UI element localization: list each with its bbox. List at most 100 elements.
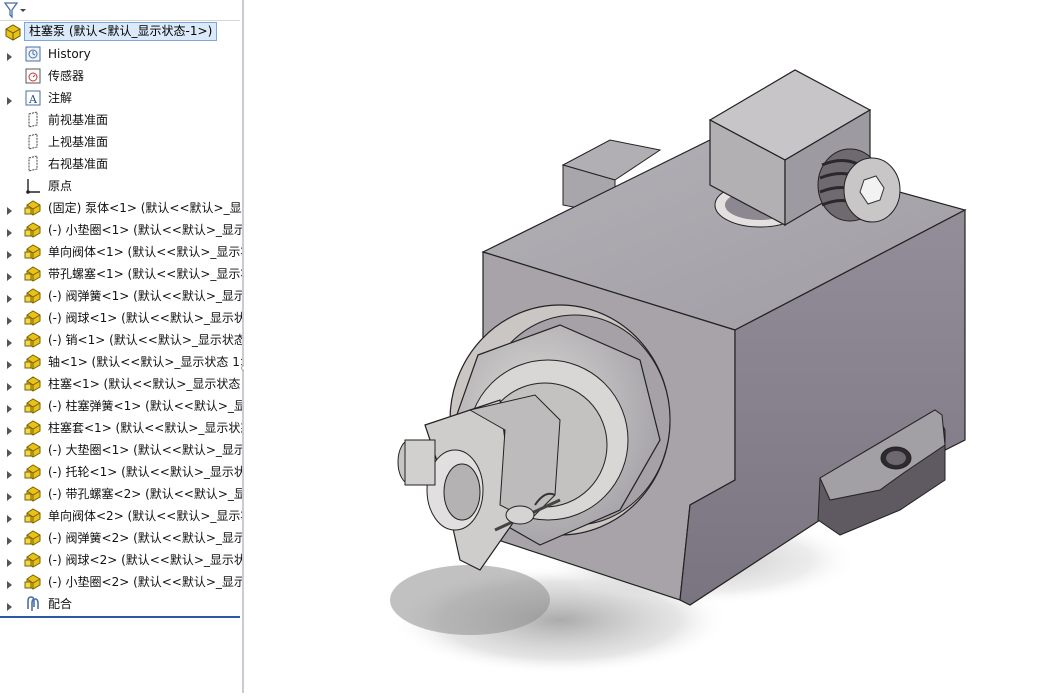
tree-item-label: 原点 [48,179,73,193]
tree-item-label: (-) 大垫圈<1> (默认<<默认>_显示 [48,443,242,457]
expand-arrow-icon[interactable] [4,576,16,589]
tree-item-label: (-) 阀球<1> (默认<<默认>_显示状态 [48,311,242,325]
tree-item-label: 上视基准面 [48,135,109,149]
tree-item[interactable]: 单向阀体<1> (默认<<默认>_显示状 [0,241,242,263]
history-icon [24,45,42,63]
tree-item[interactable]: (-) 阀弹簧<1> (默认<<默认>_显示 [0,285,242,307]
tree-item-label: (-) 小垫圈<2> (默认<<默认>_显示 [48,575,242,589]
plane-icon [24,155,42,173]
tree-item-label: (-) 阀弹簧<2> (默认<<默认>_显示 [48,531,242,545]
tree-item[interactable]: 柱塞<1> (默认<<默认>_显示状态 · [0,373,242,395]
tree-item[interactable]: (-) 小垫圈<2> (默认<<默认>_显示 [0,571,242,593]
tree-item[interactable]: 上视基准面 [0,131,240,153]
tree-item[interactable]: 配合 [0,593,240,615]
annotation-icon: A [24,89,42,107]
tree-item-label: 配合 [48,597,73,611]
tree-item[interactable]: History [0,43,240,65]
tree-item[interactable]: (-) 带孔螺塞<2> (默认<<默认>_显 [0,483,242,505]
part-icon [24,309,42,327]
expand-arrow-icon[interactable] [4,378,16,391]
expand-arrow-icon[interactable] [4,510,16,523]
part-icon [24,331,42,349]
tree-item-label: 前视基准面 [48,113,109,127]
part-icon [24,353,42,371]
part-icon [24,529,42,547]
tree-item[interactable]: (-) 大垫圈<1> (默认<<默认>_显示 [0,439,242,461]
tree-item[interactable]: (固定) 泵体<1> (默认<<默认>_显示 [0,197,242,219]
tree-root-label[interactable]: 柱塞泵 (默认<默认_显示状态-1>) [24,22,218,41]
expand-arrow-icon[interactable] [4,48,16,61]
tree-item[interactable]: (-) 柱塞弹簧<1> (默认<<默认>_显 [0,395,242,417]
tree-item-label: (-) 柱塞弹簧<1> (默认<<默认>_显 [48,399,242,413]
tree-item[interactable]: 前视基准面 [0,109,240,131]
expand-arrow-icon[interactable] [4,202,16,215]
tree-item-label: (固定) 泵体<1> (默认<<默认>_显示 [48,201,242,215]
expand-arrow-icon[interactable] [4,290,16,303]
tree-item[interactable]: (-) 小垫圈<1> (默认<<默认>_显示 [0,219,242,241]
origin-icon [24,177,42,195]
expand-arrow-icon[interactable] [4,598,16,611]
plunger-pump-model[interactable] [244,0,1046,693]
part-icon [24,485,42,503]
part-icon [24,551,42,569]
tree-item[interactable]: (-) 阀弹簧<2> (默认<<默认>_显示 [0,527,242,549]
part-icon [24,573,42,591]
tree-item[interactable]: 原点 [0,175,240,197]
tree-item-label: (-) 阀弹簧<1> (默认<<默认>_显示 [48,289,242,303]
tree-item-label: 右视基准面 [48,157,109,171]
filter-icon[interactable] [2,0,30,20]
part-icon [24,507,42,525]
mates-icon [24,595,42,613]
expand-arrow-icon[interactable] [4,224,16,237]
tree-item-label: 带孔螺塞<1> (默认<<默认>_显示状 [48,267,242,281]
tree-item-label: 柱塞套<1> (默认<<默认>_显示状态 [48,421,242,435]
svg-text:A: A [28,93,38,106]
plane-icon [24,111,42,129]
tree-item-label: 传感器 [48,69,85,83]
graphics-viewport[interactable] [244,0,1046,693]
expand-arrow-icon[interactable] [4,268,16,281]
tree-item[interactable]: (-) 销<1> (默认<<默认>_显示状态 [0,329,242,351]
expand-arrow-icon[interactable] [4,532,16,545]
assembly-icon [4,23,22,41]
tree-item-label: 单向阀体<2> (默认<<默认>_显示状 [48,509,242,523]
tree-item[interactable]: (-) 阀球<2> (默认<<默认>_显示状 [0,549,242,571]
expand-arrow-icon[interactable] [4,488,16,501]
tree-item-label: (-) 销<1> (默认<<默认>_显示状态 [48,333,242,347]
expand-arrow-icon[interactable] [4,466,16,479]
tree-item-label: 轴<1> (默认<<默认>_显示状态 1> [48,355,242,369]
tree-item-label: (-) 阀球<2> (默认<<默认>_显示状 [48,553,242,567]
part-icon [24,463,42,481]
part-icon [24,397,42,415]
tree-item[interactable]: (-) 阀球<1> (默认<<默认>_显示状态 [0,307,242,329]
tree-item-label: 柱塞<1> (默认<<默认>_显示状态 · [48,377,242,391]
tree-item[interactable]: 带孔螺塞<1> (默认<<默认>_显示状 [0,263,242,285]
tree-item-label: (-) 托轮<1> (默认<<默认>_显示状 [48,465,242,479]
expand-arrow-icon[interactable] [4,334,16,347]
expand-arrow-icon[interactable] [4,444,16,457]
tree-item[interactable]: (-) 托轮<1> (默认<<默认>_显示状 [0,461,242,483]
tree-item[interactable]: 传感器 [0,65,240,87]
expand-arrow-icon[interactable] [4,400,16,413]
tree-item[interactable]: 轴<1> (默认<<默认>_显示状态 1> [0,351,242,373]
tree-root-assembly[interactable]: 柱塞泵 (默认<默认_显示状态-1>) [0,21,240,43]
tree-item[interactable]: A 注解 [0,87,240,109]
tree-item[interactable]: 柱塞套<1> (默认<<默认>_显示状态 [0,417,242,439]
tree-item[interactable]: 单向阀体<2> (默认<<默认>_显示状 [0,505,242,527]
expand-arrow-icon[interactable] [4,92,16,105]
feature-manager-tree: 柱塞泵 (默认<默认_显示状态-1>) History 传感器 A 注解前视基准面上视… [0,0,242,693]
tree-item-label: History [48,47,91,61]
expand-arrow-icon[interactable] [4,422,16,435]
threaded-plug [817,148,901,223]
expand-arrow-icon[interactable] [4,554,16,567]
plane-icon [24,133,42,151]
part-icon [24,375,42,393]
expand-arrow-icon[interactable] [4,356,16,369]
tree-item[interactable]: 右视基准面 [0,153,240,175]
part-icon [24,243,42,261]
filter-bar [0,0,240,21]
expand-arrow-icon[interactable] [4,246,16,259]
expand-arrow-icon[interactable] [4,312,16,325]
tree-item-label: (-) 带孔螺塞<2> (默认<<默认>_显 [48,487,242,501]
part-icon [24,441,42,459]
